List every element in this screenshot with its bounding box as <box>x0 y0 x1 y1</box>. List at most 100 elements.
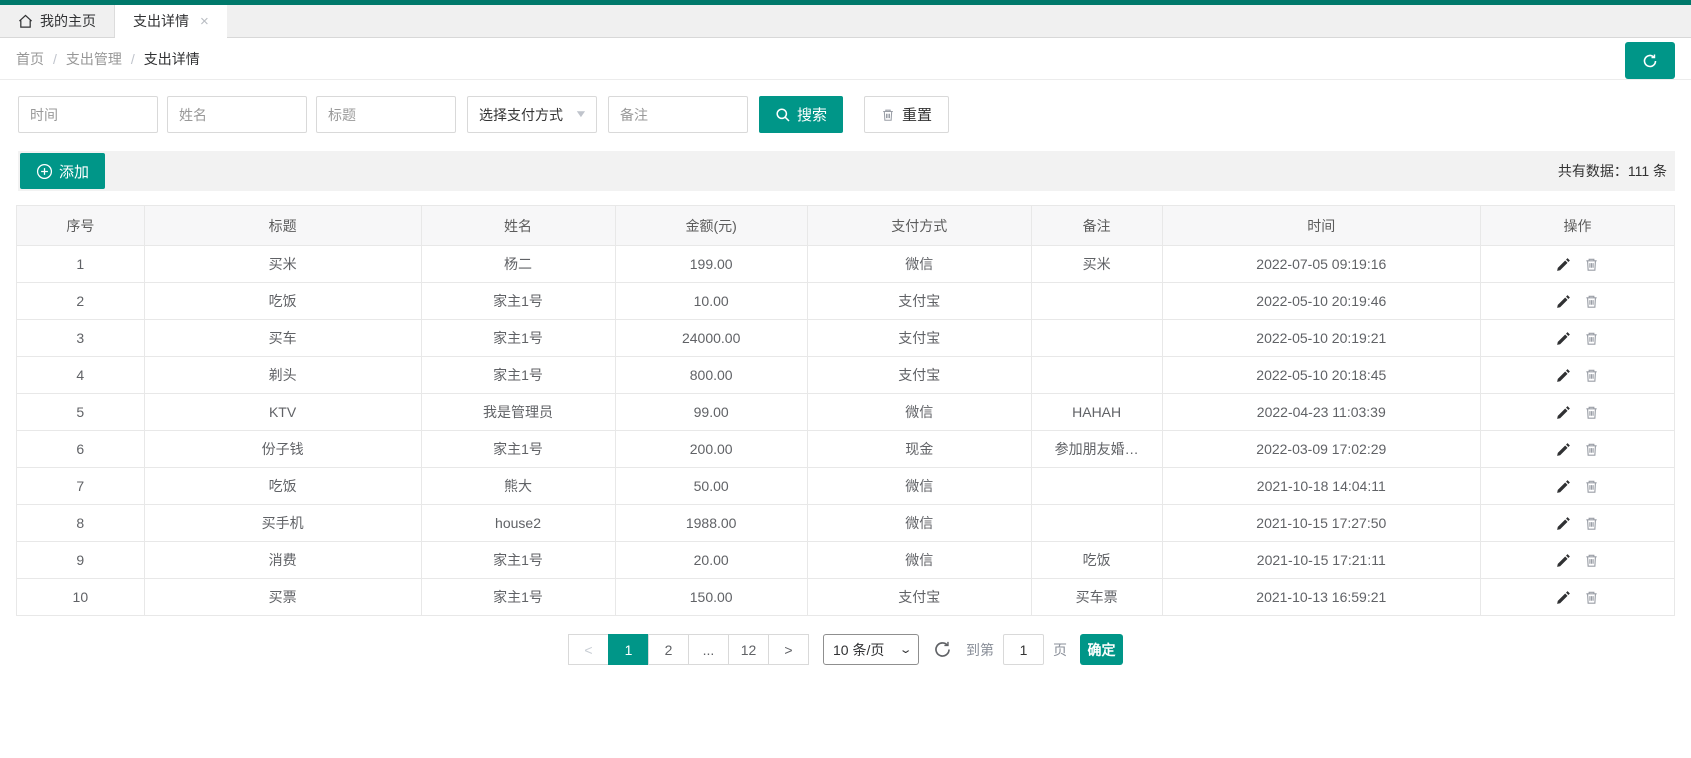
cell-actions <box>1479 504 1676 542</box>
chevron-down-icon: ⌄ <box>898 644 913 656</box>
breadcrumb-row: 首页 / 支出管理 / 支出详情 <box>0 38 1691 80</box>
edit-icon[interactable] <box>1556 479 1571 494</box>
cell-time: 2022-05-10 20:18:45 <box>1161 356 1481 394</box>
cell-name: 家主1号 <box>420 541 616 579</box>
cell-payment-method: 微信 <box>806 393 1032 431</box>
delete-icon[interactable] <box>1584 294 1599 309</box>
time-filter-input[interactable] <box>18 96 158 133</box>
cell-time: 2021-10-13 16:59:21 <box>1161 578 1481 616</box>
cell-remark: 吃饭 <box>1030 541 1163 579</box>
page-button[interactable]: 1 <box>608 634 649 665</box>
delete-icon[interactable] <box>1584 405 1599 420</box>
delete-icon[interactable] <box>1584 553 1599 568</box>
cell-index: 7 <box>16 467 145 505</box>
expense-table-wrap: 序号 标题 姓名 金额(元) 支付方式 备注 时间 操作 1 买米 杨二 199.00 微信 … <box>16 205 1676 616</box>
add-button[interactable]: 添加 <box>20 153 106 189</box>
table-body: 1 买米 杨二 199.00 微信 买米 2022-07-05 09:19:16… <box>16 245 1676 616</box>
cell-name: 家主1号 <box>420 430 616 468</box>
name-filter-input[interactable] <box>167 96 307 133</box>
cell-time: 2022-05-10 20:19:21 <box>1161 319 1481 357</box>
refresh-button[interactable] <box>1625 42 1675 79</box>
cell-title: 买米 <box>143 245 422 283</box>
cell-name: 我是管理员 <box>420 393 616 431</box>
remark-filter-input[interactable] <box>608 96 748 133</box>
cell-index: 8 <box>16 504 145 542</box>
page-size-select[interactable]: 10 条/页 ⌄ <box>823 634 919 665</box>
edit-icon[interactable] <box>1556 257 1571 272</box>
cell-amount: 200.00 <box>614 430 808 468</box>
table-row: 10 买票 家主1号 150.00 支付宝 买车票 2021-10-13 16:… <box>16 578 1676 616</box>
confirm-button[interactable]: 确定 <box>1080 634 1123 665</box>
tab-expense-details[interactable]: 支出详情 × <box>115 5 227 38</box>
tab-label: 我的主页 <box>40 13 96 29</box>
reset-button[interactable]: 重置 <box>864 96 950 133</box>
cell-index: 10 <box>16 578 145 616</box>
cell-title: 份子钱 <box>143 430 422 468</box>
delete-icon[interactable] <box>1584 368 1599 383</box>
table-header-row: 序号 标题 姓名 金额(元) 支付方式 备注 时间 操作 <box>16 205 1676 246</box>
cell-amount: 10.00 <box>614 282 808 320</box>
table-row: 3 买车 家主1号 24000.00 支付宝 2022-05-10 20:19:… <box>16 319 1676 357</box>
page-unit-label: 页 <box>1053 641 1067 658</box>
delete-icon[interactable] <box>1584 331 1599 346</box>
prev-page-button[interactable]: < <box>568 634 609 665</box>
close-icon[interactable]: × <box>200 14 209 29</box>
cell-actions <box>1479 467 1676 505</box>
cell-amount: 99.00 <box>614 393 808 431</box>
cell-index: 9 <box>16 541 145 579</box>
delete-icon[interactable] <box>1584 479 1599 494</box>
edit-icon[interactable] <box>1556 368 1571 383</box>
edit-icon[interactable] <box>1556 516 1571 531</box>
column-header: 备注 <box>1030 205 1163 246</box>
delete-icon[interactable] <box>1584 590 1599 605</box>
breadcrumb-expense-mgmt[interactable]: 支出管理 <box>66 49 122 69</box>
search-button[interactable]: 搜索 <box>759 96 844 133</box>
cell-index: 4 <box>16 356 145 394</box>
column-header: 标题 <box>143 205 422 246</box>
cell-index: 5 <box>16 393 145 431</box>
table-row: 5 KTV 我是管理员 99.00 微信 HAHAH 2022-04-23 11… <box>16 393 1676 431</box>
goto-page-input[interactable] <box>1003 634 1044 665</box>
title-filter-input[interactable] <box>316 96 456 133</box>
payment-method-select[interactable]: 选择支付方式 ▼ <box>467 96 597 133</box>
next-page-button[interactable]: > <box>768 634 809 665</box>
cell-title: KTV <box>143 393 422 431</box>
page-button[interactable]: 2 <box>648 634 689 665</box>
cell-time: 2021-10-15 17:27:50 <box>1161 504 1481 542</box>
delete-icon[interactable] <box>1584 442 1599 457</box>
edit-icon[interactable] <box>1556 590 1571 605</box>
edit-icon[interactable] <box>1556 553 1571 568</box>
cell-title: 吃饭 <box>143 282 422 320</box>
goto-page-label: 到第 <box>966 641 994 658</box>
cell-title: 剃头 <box>143 356 422 394</box>
column-header: 金额(元) <box>614 205 808 246</box>
breadcrumb-home[interactable]: 首页 <box>16 49 44 69</box>
cell-amount: 800.00 <box>614 356 808 394</box>
edit-icon[interactable] <box>1556 331 1571 346</box>
page-button[interactable]: 12 <box>728 634 769 665</box>
total-count: 111 <box>1627 163 1650 179</box>
chevron-down-icon: ▼ <box>574 109 588 120</box>
edit-icon[interactable] <box>1556 294 1571 309</box>
delete-icon[interactable] <box>1584 257 1599 272</box>
table-row: 2 吃饭 家主1号 10.00 支付宝 2022-05-10 20:19:46 <box>16 282 1676 320</box>
tab-my-homepage[interactable]: 我的主页 <box>0 5 115 37</box>
cell-payment-method: 微信 <box>806 541 1032 579</box>
cell-payment-method: 微信 <box>806 467 1032 505</box>
page-button[interactable]: ... <box>688 634 729 665</box>
table-row: 7 吃饭 熊大 50.00 微信 2021-10-18 14:04:11 <box>16 467 1676 505</box>
plus-circle-icon <box>36 163 53 180</box>
cell-index: 6 <box>16 430 145 468</box>
delete-icon[interactable] <box>1584 516 1599 531</box>
edit-icon[interactable] <box>1556 405 1571 420</box>
cell-name: 熊大 <box>420 467 616 505</box>
cell-name: 杨二 <box>420 245 616 283</box>
column-header: 姓名 <box>420 205 616 246</box>
pagination: < 12...12 > 10 条/页 ⌄ 到第 页 确定 <box>0 634 1691 665</box>
pagination-refresh-icon[interactable] <box>933 640 952 659</box>
table-row: 6 份子钱 家主1号 200.00 现金 参加朋友婚… 2022-03-09 1… <box>16 430 1676 468</box>
cell-title: 买票 <box>143 578 422 616</box>
edit-icon[interactable] <box>1556 442 1571 457</box>
cell-remark <box>1030 504 1163 542</box>
cell-payment-method: 微信 <box>806 245 1032 283</box>
